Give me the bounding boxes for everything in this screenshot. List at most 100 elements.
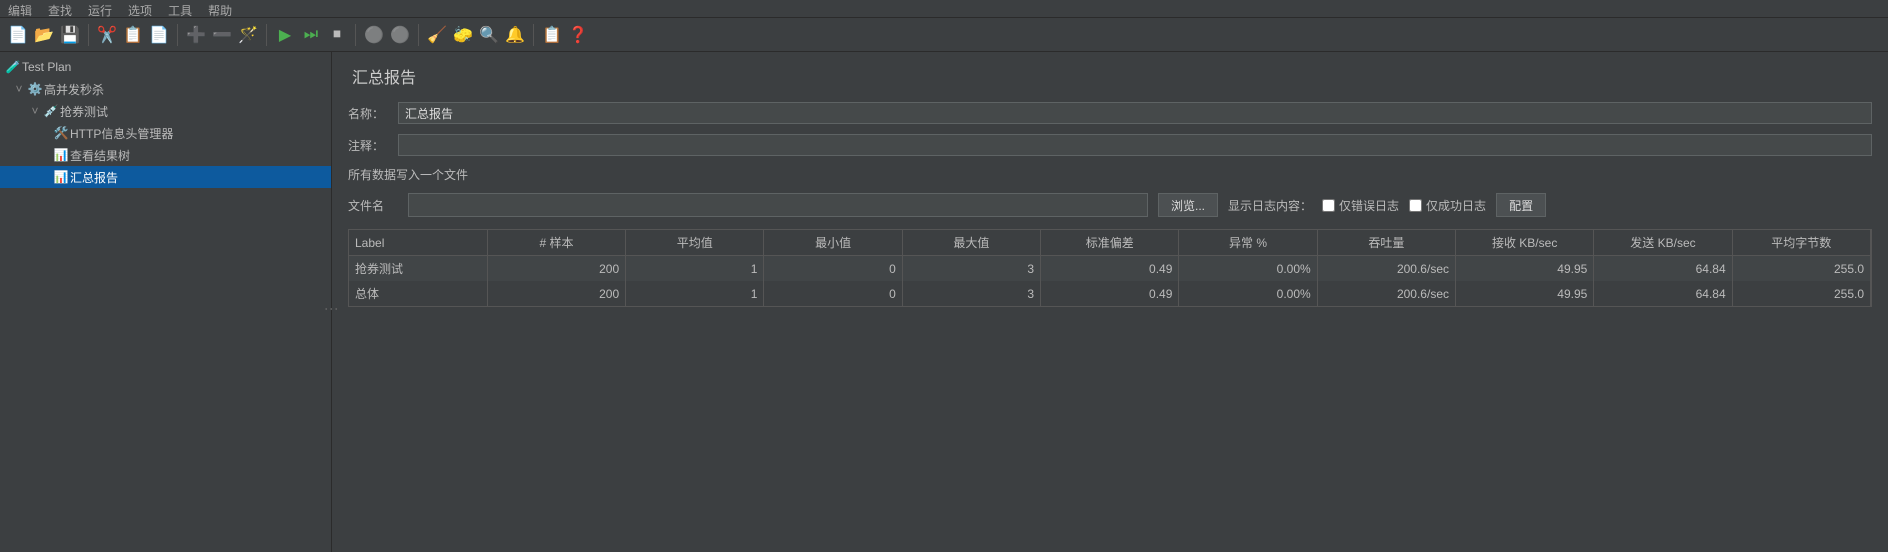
run-icon[interactable]: ▶ [273, 23, 297, 47]
menu-edit[interactable]: 编辑 [8, 2, 32, 15]
separator [355, 24, 356, 46]
tree-item-testplan[interactable]: 🧪 Test Plan [0, 56, 331, 78]
cell-max: 3 [902, 256, 1040, 282]
success-only-checkbox[interactable]: 仅成功日志 [1409, 197, 1486, 214]
wrench-icon: 🛠️ [52, 126, 70, 140]
error-only-checkbox[interactable]: 仅错误日志 [1322, 197, 1399, 214]
help-icon[interactable]: ❓ [566, 23, 590, 47]
menu-help[interactable]: 帮助 [208, 2, 232, 15]
col-avg[interactable]: 平均值 [626, 230, 764, 256]
menu-find[interactable]: 查找 [48, 2, 72, 15]
cell-throughput: 200.6/sec [1317, 256, 1455, 282]
col-throughput[interactable]: 吞吐量 [1317, 230, 1455, 256]
bell-icon[interactable]: 🔔 [503, 23, 527, 47]
file-label: 文件名 [348, 197, 398, 214]
col-error[interactable]: 异常 % [1179, 230, 1317, 256]
content-panel: ⋮ 汇总报告 名称： 注释： 所有数据写入一个文件 文件名 浏览... 显示日志… [332, 52, 1888, 552]
checkbox-label: 仅错误日志 [1339, 197, 1399, 214]
open-icon[interactable]: 📂 [32, 23, 56, 47]
col-samples[interactable]: # 样本 [487, 230, 625, 256]
tree-item-summary-report[interactable]: 📊 汇总报告 [0, 166, 331, 188]
find-icon[interactable]: 🔍 [477, 23, 501, 47]
broom-icon[interactable]: 🧽 [451, 23, 475, 47]
col-bytes[interactable]: 平均字节数 [1732, 230, 1870, 256]
col-label[interactable]: Label [349, 230, 487, 256]
clean-icon[interactable]: 🧹 [425, 23, 449, 47]
tree-item-sampler[interactable]: ˅ 💉 抢券测试 [0, 100, 331, 122]
file-input[interactable] [408, 193, 1148, 217]
tree-item-results-tree[interactable]: 📊 查看结果树 [0, 144, 331, 166]
config-button[interactable]: 配置 [1496, 193, 1546, 217]
col-min[interactable]: 最小值 [764, 230, 902, 256]
cell-label: 抢券测试 [349, 256, 487, 282]
menubar: 编辑 查找 运行 选项 工具 帮助 [0, 0, 1888, 18]
tree-item-threadgroup[interactable]: ˅ ⚙️ 高并发秒杀 [0, 78, 331, 100]
tree-panel: 🧪 Test Plan ˅ ⚙️ 高并发秒杀 ˅ 💉 抢券测试 🛠️ HTTP信… [0, 52, 332, 552]
dropper-icon: 💉 [42, 104, 60, 118]
cell-recv: 49.95 [1456, 256, 1594, 282]
checkbox-label: 仅成功日志 [1426, 197, 1486, 214]
run-next-icon[interactable]: ⏭ [299, 23, 323, 47]
copy-icon[interactable]: 📋 [121, 23, 145, 47]
disabled1-icon: ⚪ [362, 23, 386, 47]
cell-avg: 1 [626, 256, 764, 282]
log-display-label: 显示日志内容： [1228, 197, 1312, 214]
cell-samples: 200 [487, 256, 625, 282]
chart-icon: 📊 [52, 148, 70, 162]
cell-stddev: 0.49 [1041, 256, 1179, 282]
table-row[interactable]: 抢券测试 200 1 0 3 0.49 0.00% 200.6/sec 49.9… [349, 256, 1871, 282]
tree-label: Test Plan [22, 60, 71, 74]
file-section-label: 所有数据写入一个文件 [348, 166, 1872, 183]
tree-label: 抢券测试 [60, 103, 108, 120]
separator [418, 24, 419, 46]
minus-icon[interactable]: ➖ [210, 23, 234, 47]
comment-input[interactable] [398, 134, 1872, 156]
browse-button[interactable]: 浏览... [1158, 193, 1218, 217]
menu-run[interactable]: 运行 [88, 2, 112, 15]
checkbox-icon[interactable] [1322, 199, 1335, 212]
cell-throughput: 200.6/sec [1317, 281, 1455, 306]
cell-stddev: 0.49 [1041, 281, 1179, 306]
panel-title: 汇总报告 [348, 64, 1872, 88]
menu-tools[interactable]: 工具 [168, 2, 192, 15]
checkbox-icon[interactable] [1409, 199, 1422, 212]
table-row[interactable]: 总体 200 1 0 3 0.49 0.00% 200.6/sec 49.95 … [349, 281, 1871, 306]
cell-avg: 1 [626, 281, 764, 306]
cell-label: 总体 [349, 281, 487, 306]
chart-icon: 📊 [52, 170, 70, 184]
cell-sent: 64.84 [1594, 256, 1732, 282]
tree-label: 汇总报告 [70, 169, 118, 186]
tree-item-header-manager[interactable]: 🛠️ HTTP信息头管理器 [0, 122, 331, 144]
cell-min: 0 [764, 281, 902, 306]
paste-icon[interactable]: 📄 [147, 23, 171, 47]
save-icon[interactable]: 💾 [58, 23, 82, 47]
col-max[interactable]: 最大值 [902, 230, 1040, 256]
cut-icon[interactable]: ✂️ [95, 23, 119, 47]
name-label: 名称： [348, 105, 398, 122]
cell-bytes: 255.0 [1732, 256, 1870, 282]
separator [533, 24, 534, 46]
cell-sent: 64.84 [1594, 281, 1732, 306]
tree-label: 高并发秒杀 [44, 81, 104, 98]
col-stddev[interactable]: 标准偏差 [1041, 230, 1179, 256]
separator [88, 24, 89, 46]
cell-error: 0.00% [1179, 281, 1317, 306]
cell-max: 3 [902, 281, 1040, 306]
menu-options[interactable]: 选项 [128, 2, 152, 15]
separator [266, 24, 267, 46]
stop-icon[interactable]: ⏹ [325, 23, 349, 47]
new-icon[interactable]: 📄 [6, 23, 30, 47]
tree-label: HTTP信息头管理器 [70, 125, 173, 142]
splitter-grip-icon[interactable]: ⋮ [324, 302, 340, 316]
col-sent[interactable]: 发送 KB/sec [1594, 230, 1732, 256]
wand-icon[interactable]: 🪄 [236, 23, 260, 47]
separator [177, 24, 178, 46]
report-icon[interactable]: 📋 [540, 23, 564, 47]
tree-label: 查看结果树 [70, 147, 130, 164]
col-recv[interactable]: 接收 KB/sec [1456, 230, 1594, 256]
gear-icon: ⚙️ [26, 82, 44, 96]
plus-icon[interactable]: ➕ [184, 23, 208, 47]
name-input[interactable] [398, 102, 1872, 124]
comment-label: 注释： [348, 137, 398, 154]
cell-samples: 200 [487, 281, 625, 306]
